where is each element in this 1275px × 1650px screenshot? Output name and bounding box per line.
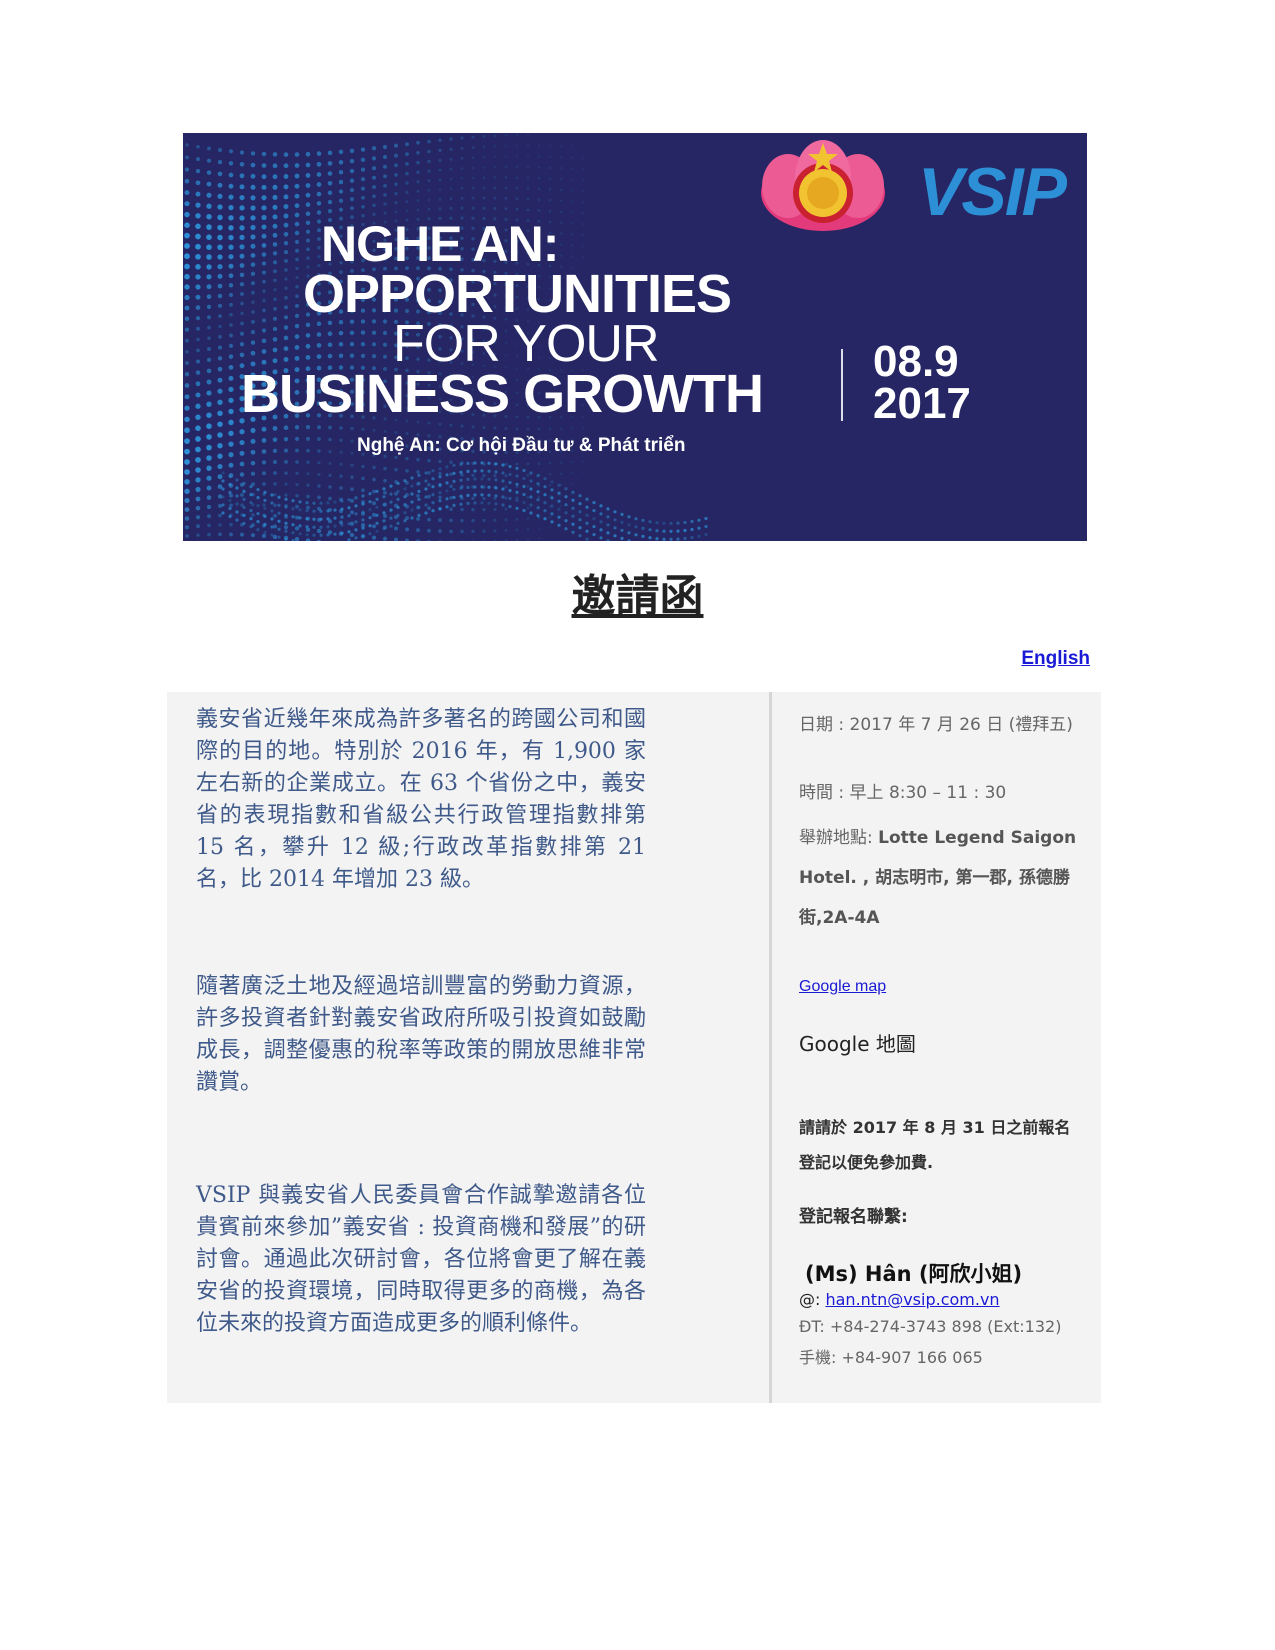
banner-title-line3: FOR YOUR (393, 315, 660, 373)
contact-name: (Ms) Hân (阿欣小姐) (805, 1262, 1023, 1286)
banner-title-line4: BUSINESS GROWTH (241, 364, 764, 424)
banner-title-line2: OPPORTUNITIES (303, 264, 732, 324)
contact-mobile: 手機: +84-907 166 065 (799, 1348, 983, 1367)
google-map-link[interactable]: Google map (799, 978, 886, 996)
banner-title-line1: NGHE AN: (321, 216, 559, 272)
vsip-logo: VSIP (918, 154, 1067, 230)
banner-date: 08.9 2017 (873, 337, 971, 428)
email-prefix: @: (799, 1290, 826, 1309)
column-divider (769, 692, 772, 1403)
intro-paragraph-3: VSIP 與義安省人民委員會合作誠摯邀請各位貴賓前來參加”義安省 : 投資商機和… (196, 1183, 646, 1336)
email-link[interactable]: han.ntn@vsip.com.vn (825, 1290, 999, 1309)
banner-date-year: 2017 (873, 379, 971, 428)
banner-subtitle: Nghệ An: Cơ hội Đầu tư & Phát triển (357, 435, 686, 456)
intro-paragraph-1: 義安省近幾年來成為許多著名的跨國公司和國際的目的地。特別於 2016 年，有 1… (196, 707, 646, 892)
event-time: 時間 : 早上 8:30 – 11 : 30 (799, 783, 1007, 803)
event-date: 日期 : 2017 年 7 月 26 日 (禮拜五) (799, 715, 1073, 735)
invitation-title: 邀請函 (571, 571, 704, 622)
english-link[interactable]: English (1021, 648, 1090, 670)
google-map-chinese-label: Google 地圖 (799, 1032, 916, 1056)
intro-paragraph-2: 隨著廣泛土地及經過培訓豐富的勞動力資源，許多投資者針對義安省政府所吸引投資如鼓勵… (196, 974, 646, 1095)
event-banner: VSIP NGHE AN: OPPORTUNITIES FOR YOUR BUS… (183, 133, 1087, 541)
nghe-an-emblem-icon (761, 140, 885, 231)
venue-label: 舉辦地點: (799, 828, 879, 848)
contact-email: @: han.ntn@vsip.com.vn (799, 1290, 1000, 1309)
banner-date-day: 08.9 (873, 337, 959, 386)
banner-divider (841, 349, 843, 421)
event-venue: 舉辦地點: Lotte Legend Saigon Hotel. , 胡志明市,… (799, 818, 1079, 938)
contact-heading: 登記報名聯繫: (799, 1207, 908, 1227)
registration-note: 請請於 2017 年 8 月 31 日之前報名登記以便免參加費. (799, 1118, 1071, 1172)
contact-phone: ĐT: +84-274-3743 898 (Ext:132) (799, 1317, 1062, 1336)
content-panel: 義安省近幾年來成為許多著名的跨國公司和國際的目的地。特別於 2016 年，有 1… (167, 692, 1101, 1403)
